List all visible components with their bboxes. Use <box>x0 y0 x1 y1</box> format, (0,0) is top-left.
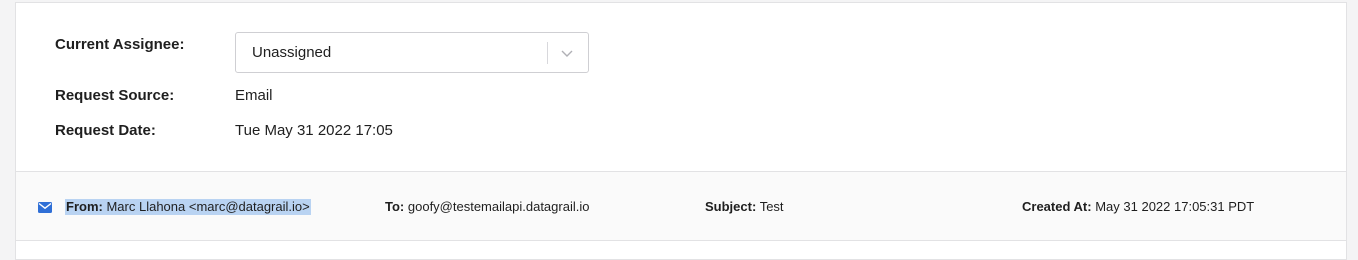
email-subject: Subject: Test <box>705 199 784 215</box>
envelope-icon <box>38 202 52 213</box>
subject-value: Test <box>759 199 784 214</box>
request-details-card: Current Assignee: Unassigned Request Sou… <box>15 2 1347 260</box>
from-value: Marc Llahona <marc@datagrail.io> <box>106 199 310 214</box>
select-separator <box>547 42 548 64</box>
divider <box>16 240 1346 241</box>
to-label: To: <box>385 199 405 214</box>
date-label: Request Date: <box>55 122 156 139</box>
source-label: Request Source: <box>55 87 175 104</box>
to-value: goofy@testemailapi.datagrail.io <box>407 199 590 214</box>
created-label: Created At: <box>1022 199 1092 214</box>
assignee-row: Current Assignee: <box>55 36 235 53</box>
source-row: Request Source: Email <box>55 87 273 104</box>
email-to: To: goofy@testemailapi.datagrail.io <box>385 199 589 215</box>
email-list-item[interactable]: From: Marc Llahona <marc@datagrail.io> T… <box>16 172 1346 240</box>
assignee-label: Current Assignee: <box>55 36 185 53</box>
email-created-at: Created At: May 31 2022 17:05:31 PDT <box>1022 199 1254 215</box>
subject-label: Subject: <box>705 199 757 214</box>
chevron-down-icon[interactable] <box>560 46 574 60</box>
source-value: Email <box>235 87 273 104</box>
from-label: From: <box>66 199 103 214</box>
created-value: May 31 2022 17:05:31 PDT <box>1095 199 1255 214</box>
request-details: Current Assignee: Unassigned Request Sou… <box>16 3 1346 171</box>
assignee-select[interactable]: Unassigned <box>235 32 589 73</box>
email-from: From: Marc Llahona <marc@datagrail.io> <box>65 199 311 215</box>
date-value: Tue May 31 2022 17:05 <box>235 122 393 139</box>
date-row: Request Date: Tue May 31 2022 17:05 <box>55 122 393 139</box>
assignee-select-value: Unassigned <box>252 44 332 61</box>
